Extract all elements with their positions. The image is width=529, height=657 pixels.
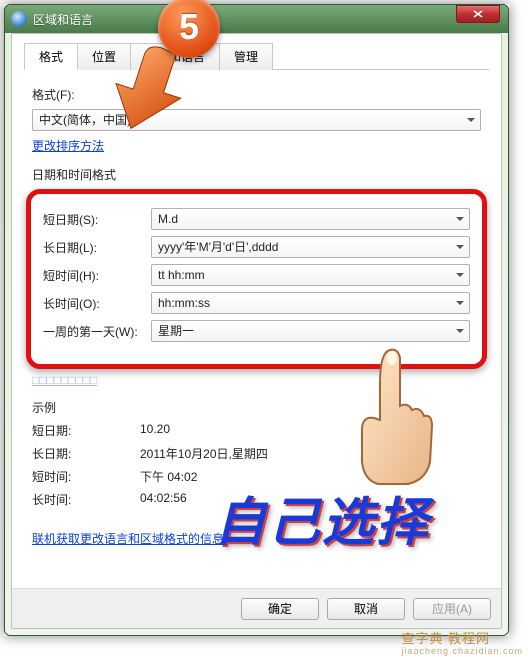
arrow-icon <box>114 44 184 134</box>
short-date-label: 短日期(S): <box>43 211 151 228</box>
short-date-combo[interactable]: M.d <box>151 208 470 230</box>
long-time-label: 长时间(O): <box>43 295 151 312</box>
watermark-line1: 查字典 教程网 <box>401 631 490 646</box>
pointing-hand-icon <box>350 344 440 494</box>
first-day-combo[interactable]: 星期一 <box>151 320 470 342</box>
long-time-combo[interactable]: hh:mm:ss <box>151 292 470 314</box>
ex-short-date-label: 短日期: <box>32 422 140 439</box>
format-combo-value: 中文(简体，中国) <box>32 109 481 131</box>
short-time-value: tt hh:mm <box>151 264 470 286</box>
datetime-section-title: 日期和时间格式 <box>32 166 481 183</box>
short-date-value: M.d <box>151 208 470 230</box>
ex-short-time-label: 短时间: <box>32 468 140 485</box>
tab-label: 位置 <box>92 50 116 64</box>
ex-long-date-label: 长日期: <box>32 445 140 462</box>
close-icon <box>473 10 483 18</box>
ex-long-date-value: 2011年10月20日,星期四 <box>140 445 268 462</box>
window-title: 区域和语言 <box>33 11 502 28</box>
long-date-value: yyyy'年'M'月'd'日',dddd <box>151 236 470 258</box>
tab-admin[interactable]: 管理 <box>219 43 273 70</box>
watermark: 查字典 教程网 jiaocheng.chazidian.com <box>401 628 523 655</box>
globe-icon <box>11 11 27 27</box>
annotation-text: 自己选择 <box>214 480 430 555</box>
step-number: 5 <box>179 6 199 48</box>
tab-format[interactable]: 格式 <box>24 43 78 70</box>
ex-short-date-value: 10.20 <box>140 422 170 439</box>
ex-long-time-value: 04:02:56 <box>140 491 187 508</box>
cancel-button[interactable]: 取消 <box>327 598 405 620</box>
format-label: 格式(F): <box>32 86 75 103</box>
cancel-label: 取消 <box>354 600 378 617</box>
long-date-label: 长日期(L): <box>43 239 151 256</box>
apply-button[interactable]: 应用(A) <box>413 598 491 620</box>
online-info-link[interactable]: 联机获取更改语言和区域格式的信息 <box>32 532 224 546</box>
button-bar: 确定 取消 应用(A) <box>12 588 501 628</box>
ex-short-time-value: 下午 04:02 <box>140 468 197 485</box>
ok-button[interactable]: 确定 <box>241 598 319 620</box>
short-time-combo[interactable]: tt hh:mm <box>151 264 470 286</box>
tab-strip: 格式 位置 键盘和语言 管理 <box>24 42 489 70</box>
truncated-link[interactable]: □□□□□□□□□ <box>32 373 97 387</box>
first-day-label: 一周的第一天(W): <box>43 323 151 340</box>
apply-label: 应用(A) <box>432 600 472 617</box>
ex-long-time-label: 长时间: <box>32 491 140 508</box>
format-combo[interactable]: 中文(简体，中国) <box>32 109 481 131</box>
highlighted-fields: 短日期(S): M.d 长日期(L): yyyy'年'M'月'd'日',dddd… <box>26 189 487 369</box>
tab-label: 格式 <box>39 50 63 64</box>
long-time-value: hh:mm:ss <box>151 292 470 314</box>
first-day-value: 星期一 <box>151 320 470 342</box>
change-sort-link[interactable]: 更改排序方法 <box>32 139 104 153</box>
short-time-label: 短时间(H): <box>43 267 151 284</box>
titlebar[interactable]: 区域和语言 <box>5 5 508 33</box>
long-date-combo[interactable]: yyyy'年'M'月'd'日',dddd <box>151 236 470 258</box>
close-button[interactable] <box>456 5 500 23</box>
tab-label: 管理 <box>234 50 258 64</box>
ok-label: 确定 <box>268 600 292 617</box>
watermark-line2: jiaocheng.chazidian.com <box>401 647 523 655</box>
